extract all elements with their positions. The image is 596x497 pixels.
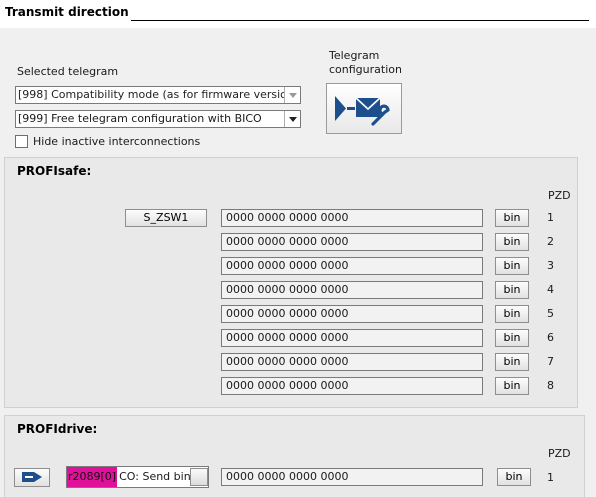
pzd-number-6: 6 [547,331,554,344]
pzd-value-field-7[interactable]: 0000 0000 0000 0000 [221,353,483,371]
pzd-value-field-2[interactable]: 0000 0000 0000 0000 [221,233,483,251]
s-zsw1-button[interactable]: S_ZSW1 [125,209,207,227]
telegram-config-label-line1: Telegram [329,49,380,62]
pzd-value-field-4[interactable]: 0000 0000 0000 0000 [221,281,483,299]
section-title: Transmit direction [5,5,129,19]
bin-button-8[interactable]: bin [495,377,529,395]
pzd-number-2: 2 [547,235,554,248]
pzd-number-4: 4 [547,283,554,296]
telegram-config-label-line2: configuration [329,63,402,76]
compatibility-mode-select-value: [998] Compatibility mode (as for firmwar… [18,88,300,101]
chevron-down-icon [284,87,300,103]
parameter-input[interactable]: r2089[0]CO: Send binector-connector conv… [66,466,209,488]
bin-button-6[interactable]: bin [495,329,529,347]
bin-button-3[interactable]: bin [495,257,529,275]
pzd-value-field-6[interactable]: 0000 0000 0000 0000 [221,329,483,347]
telegram-select-value: [999] Free telegram configuration with B… [18,112,262,125]
telegram-configuration-button[interactable] [326,83,402,134]
chevron-down-icon [284,111,300,127]
pzd-value-field-3[interactable]: 0000 0000 0000 0000 [221,257,483,275]
bin-button-1[interactable]: bin [495,209,529,227]
bin-button-7[interactable]: bin [495,353,529,371]
pzd-header: PZD [548,447,571,460]
pzd-number-1: 1 [547,211,554,224]
profidrive-title: PROFIdrive: [17,422,98,436]
pzd-number-drive-1: 1 [547,471,554,484]
parameter-id-highlight: r2089[0] [67,467,118,487]
bin-button-2[interactable]: bin [495,233,529,251]
pzd-value-field-5[interactable]: 0000 0000 0000 0000 [221,305,483,323]
bin-button-5[interactable]: bin [495,305,529,323]
telegram-config-label: Telegram configuration [329,49,402,77]
pzd-value-field-1[interactable]: 0000 0000 0000 0000 [221,209,483,227]
pzd-number-5: 5 [547,307,554,320]
pzd-number-8: 8 [547,379,554,392]
interconnect-icon [22,472,42,482]
pzd-header: PZD [548,189,571,202]
parameter-browse-button[interactable] [190,468,208,486]
hide-inactive-checkbox[interactable] [15,135,28,148]
pzd-value-field-drive-1[interactable]: 0000 0000 0000 0000 [221,468,483,486]
profisafe-title: PROFIsafe: [17,164,92,178]
telegram-select[interactable]: [999] Free telegram configuration with B… [15,110,301,128]
bin-button-drive-1[interactable]: bin [497,468,531,486]
bin-button-4[interactable]: bin [495,281,529,299]
telegram-config-icon [335,96,390,126]
pzd-number-7: 7 [547,355,554,368]
hide-inactive-label: Hide inactive interconnections [33,135,201,148]
selected-telegram-label: Selected telegram [17,65,119,78]
interconnect-button[interactable] [14,468,50,487]
transmit-direction-panel: Selected telegram [998] Compatibility mo… [0,28,596,497]
pzd-value-field-8[interactable]: 0000 0000 0000 0000 [221,377,483,395]
pzd-number-3: 3 [547,259,554,272]
section-title-rule [131,20,589,21]
compatibility-mode-select[interactable]: [998] Compatibility mode (as for firmwar… [15,86,301,104]
